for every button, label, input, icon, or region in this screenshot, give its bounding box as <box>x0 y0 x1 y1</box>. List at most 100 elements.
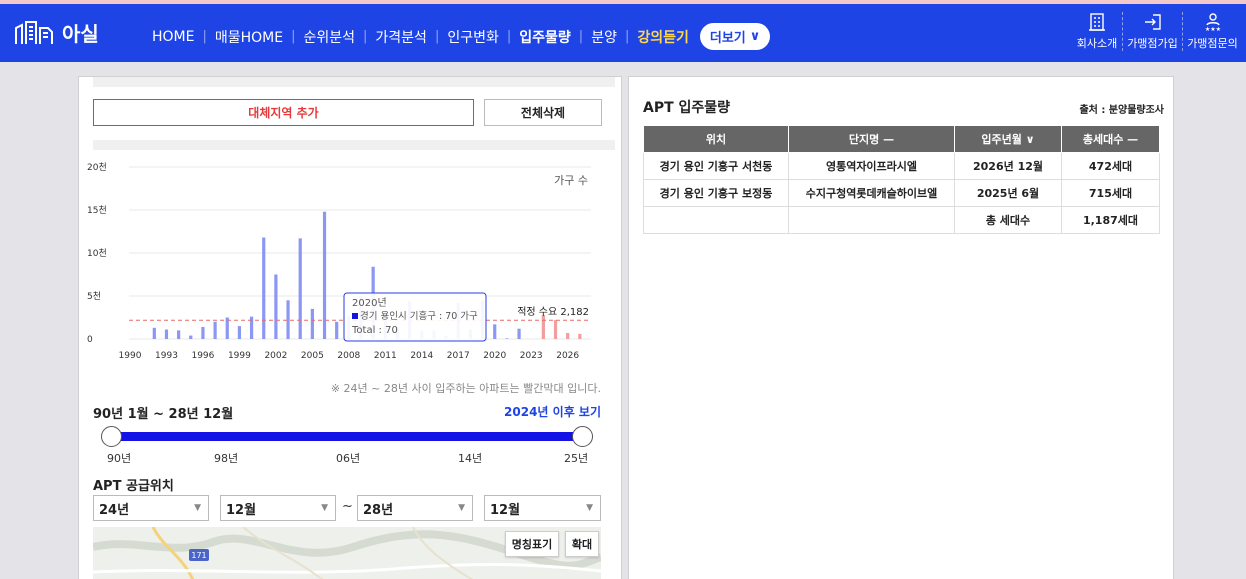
y-tick-label: 5천 <box>87 291 101 302</box>
slider-start-handle[interactable] <box>101 426 122 447</box>
x-tick-label: 2008 <box>337 351 360 361</box>
cell-complex-name: 영통역자이프라시엘 <box>788 152 955 180</box>
x-tick-label: 2002 <box>264 351 287 361</box>
add-region-button[interactable]: 대체지역 추가 <box>93 99 474 126</box>
chart-bar-1995[interactable] <box>189 335 193 339</box>
cell-location: 경기 용인 기흥구 서천동 <box>643 152 789 180</box>
chart-bar-2020[interactable] <box>493 324 497 339</box>
y-tick-label: 15천 <box>87 205 107 216</box>
to-year-select[interactable]: 28년 ▼ <box>357 495 473 521</box>
menu-separator: | <box>624 29 630 44</box>
column-location[interactable]: 위치 <box>643 125 789 153</box>
chart-bar-2021[interactable] <box>505 338 509 339</box>
chart-bar-2026[interactable] <box>566 332 570 339</box>
slider-end-handle[interactable] <box>572 426 593 447</box>
chart-bar-2004[interactable] <box>298 238 302 339</box>
cell-empty <box>643 206 789 234</box>
x-tick-label: 2020 <box>483 351 506 361</box>
franchise-join-link[interactable]: 가맹점가입 <box>1122 12 1182 51</box>
logo-buildings-icon <box>15 20 53 44</box>
chart-bar-1997[interactable] <box>213 321 217 339</box>
menu-item-0[interactable]: HOME <box>152 29 194 45</box>
chart-bar-2005[interactable] <box>310 308 314 339</box>
top-navigation: 아실 HOME | 매물HOME | 순위분석 | 가격분석 | 인구변화 | 입주물량 | 분양 | 강의… <box>0 0 1246 62</box>
supply-bar-chart[interactable]: 0 5천 10천 15천 20천가구 수 1990 1993 1996 1999 2002 2005… <box>79 162 622 377</box>
chart-bar-1999[interactable] <box>237 326 242 339</box>
y-tick-label: 0 <box>87 335 93 345</box>
more-menu-label: 더보기 <box>709 31 746 46</box>
menu-item-2[interactable]: 순위분석 <box>304 27 356 47</box>
slider-label: 25년 <box>564 452 589 465</box>
chart-bar-2022[interactable] <box>517 328 521 339</box>
brand-logo[interactable]: 아실 <box>14 18 99 47</box>
data-source-label: 출처 : 분양물량조사 <box>1079 105 1164 116</box>
company-intro-link[interactable]: 회사소개 <box>1072 12 1122 51</box>
x-tick-label: 2005 <box>301 351 324 361</box>
column-move-in-date[interactable]: 입주년월 ∨ <box>954 125 1062 153</box>
x-tick-label: 2017 <box>447 351 470 361</box>
x-tick-label: 1993 <box>155 351 178 361</box>
section-divider <box>93 140 615 150</box>
column-complex-name[interactable]: 단지명 — <box>788 125 955 153</box>
slider-label: 14년 <box>458 452 483 465</box>
period-range-label: 90년 1월 ~ 28년 12월 <box>93 407 234 422</box>
tooltip-total: Total : 70 <box>351 325 398 336</box>
more-menu-button[interactable]: 더보기 ∨ <box>699 23 771 50</box>
road-number-label: 171 <box>191 551 206 560</box>
show-names-button[interactable]: 명칭표기 <box>505 531 559 557</box>
from-year-value: 24년 <box>99 502 130 518</box>
menu-item-5[interactable]: 입주물량 <box>519 27 571 47</box>
signin-icon <box>1144 14 1161 30</box>
menu-item-6[interactable]: 분양 <box>591 27 617 47</box>
menu-separator: | <box>506 29 512 44</box>
range-tilde: ~ <box>342 499 353 514</box>
total-units-label: 총 세대수 <box>954 206 1062 234</box>
chart-bar-2002[interactable] <box>274 274 278 340</box>
zoom-button[interactable]: 확대 <box>565 531 599 557</box>
cell-complex-name: 수지구청역롯데캐슬하이브엘 <box>788 179 955 207</box>
from-year-select[interactable]: 24년 ▼ <box>93 495 209 521</box>
company-intro-label: 회사소개 <box>1076 37 1118 50</box>
from-month-select[interactable]: 12월 ▼ <box>220 495 336 521</box>
period-slider-track[interactable] <box>107 432 583 441</box>
table-row[interactable]: 경기 용인 기흥구 보정동 수지구청역롯데캐슬하이브엘 2025년 6월 715… <box>643 179 1160 207</box>
cell-move-in-date: 2025년 6월 <box>954 179 1062 207</box>
cell-total-units: 472세대 <box>1061 152 1160 180</box>
franchise-inquiry-link[interactable]: ★★★ 가맹점문의 <box>1182 12 1242 51</box>
slider-label: 98년 <box>214 452 239 465</box>
chart-bar-2001[interactable] <box>262 237 266 339</box>
dropdown-arrow-icon: ▼ <box>321 503 328 513</box>
menu-item-7[interactable]: 강의듣기 <box>637 27 689 47</box>
table-row[interactable]: 경기 용인 기흥구 서천동 영통역자이프라시엘 2026년 12월 472세대 <box>643 152 1160 180</box>
menu-item-3[interactable]: 가격분석 <box>375 27 427 47</box>
chart-bar-1992[interactable] <box>152 327 156 339</box>
chart-bar-1994[interactable] <box>177 330 181 339</box>
logo-text: 아실 <box>62 22 99 46</box>
chart-bar-1996[interactable] <box>201 326 205 339</box>
view-after-2024-link[interactable]: 2024년 이후 보기 <box>504 403 601 420</box>
y-tick-label: 20천 <box>87 162 107 173</box>
slider-label: 90년 <box>107 452 132 465</box>
to-month-value: 12월 <box>490 502 521 518</box>
chart-bar-2025[interactable] <box>553 320 558 339</box>
franchise-join-label: 가맹점가입 <box>1127 37 1178 50</box>
to-month-select[interactable]: 12월 ▼ <box>484 495 601 521</box>
chart-bar-2027[interactable] <box>578 333 582 339</box>
chart-bar-2003[interactable] <box>286 300 290 339</box>
menu-item-4[interactable]: 인구변화 <box>447 27 499 47</box>
table-total-row: 총 세대수 1,187세대 <box>643 206 1160 234</box>
menu-item-1[interactable]: 매물HOME <box>215 27 283 47</box>
tooltip-year: 2020년 <box>352 297 387 309</box>
menu-separator: | <box>434 29 440 44</box>
y-tick-label: 10천 <box>87 248 107 259</box>
delete-all-button[interactable]: 전체삭제 <box>484 99 602 126</box>
apt-supply-panel: APT 입주물량 출처 : 분양물량조사 위치 단지명 — 입주년월 ∨ 총세대… <box>628 76 1174 579</box>
supply-chart-panel: 대체지역 추가 전체삭제 0 5천 10천 15천 20천 가구 수 1990 1993 199… <box>78 76 622 579</box>
chevron-down-icon: ∨ <box>749 29 761 44</box>
chart-bar-1993[interactable] <box>164 329 169 339</box>
chart-bar-2007[interactable] <box>335 321 339 339</box>
column-total-units[interactable]: 총세대수 — <box>1061 125 1160 153</box>
total-units-value: 1,187세대 <box>1061 206 1160 234</box>
cell-location: 경기 용인 기흥구 보정동 <box>643 179 789 207</box>
chart-bar-2024[interactable] <box>541 314 545 339</box>
